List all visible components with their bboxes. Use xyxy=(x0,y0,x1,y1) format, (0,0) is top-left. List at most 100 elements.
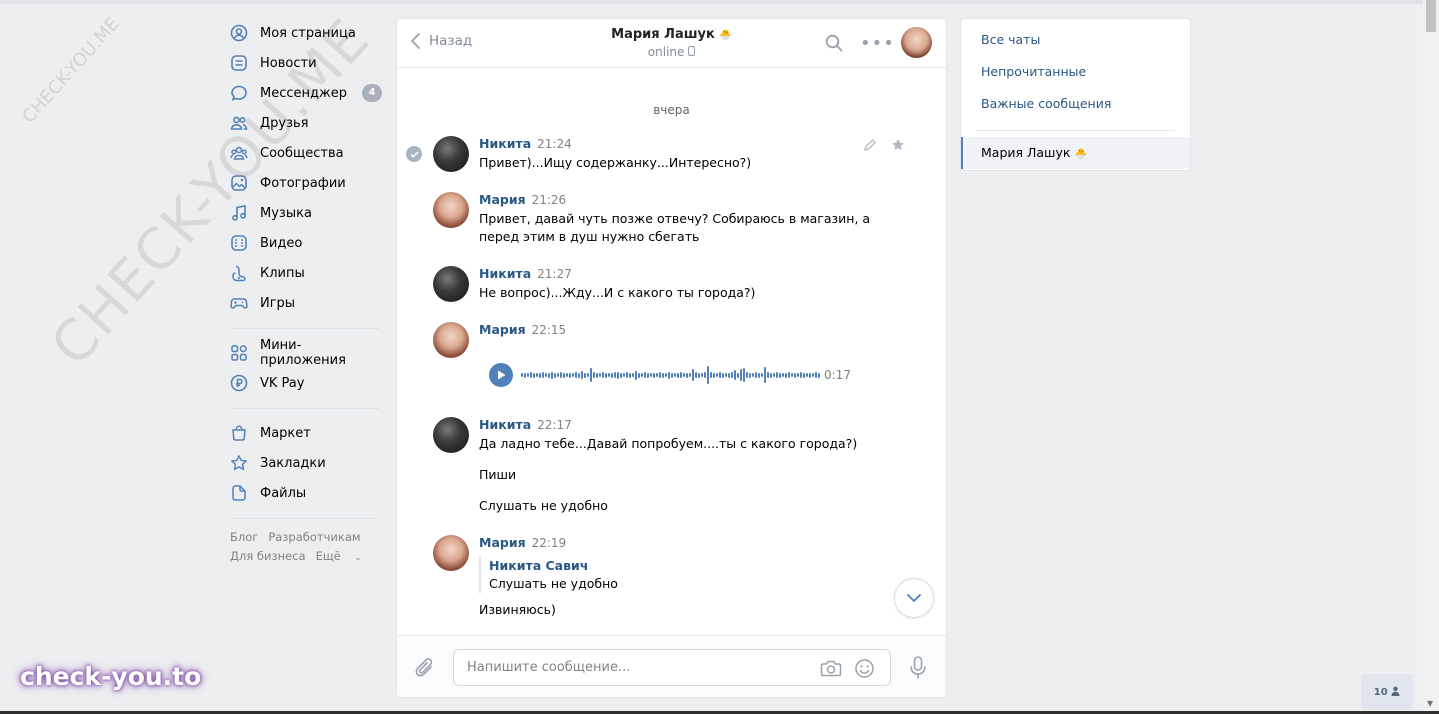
waveform-bar xyxy=(740,369,742,381)
nav-divider xyxy=(230,518,379,519)
avatar[interactable] xyxy=(433,266,469,302)
checkmark-icon[interactable] xyxy=(406,146,422,162)
author-name[interactable]: Никита xyxy=(479,266,531,281)
scrollbar[interactable] xyxy=(1423,0,1439,711)
avatar[interactable] xyxy=(433,136,469,172)
waveform-bar xyxy=(728,372,730,378)
avatar[interactable] xyxy=(433,192,469,228)
waveform-bar xyxy=(626,372,628,378)
waveform-bar xyxy=(611,372,613,378)
panel-divider xyxy=(976,130,1175,131)
waveform-bar xyxy=(734,370,736,380)
author-name[interactable]: Мария xyxy=(479,535,526,550)
author-name[interactable]: Мария xyxy=(479,192,526,207)
filter-unread[interactable]: Непрочитанные xyxy=(961,56,1190,88)
footer-link-more[interactable]: Ещё ⌄ xyxy=(316,549,372,563)
message-text: Привет, давай чуть позже отвечу? Собираю… xyxy=(479,211,871,226)
waveform-bar xyxy=(659,372,661,378)
nav-item-video[interactable]: Видео xyxy=(230,228,382,258)
author-name[interactable]: Никита xyxy=(479,417,531,432)
avatar[interactable] xyxy=(433,535,469,571)
more-icon[interactable]: ••• xyxy=(860,33,895,54)
nav-label: Маркет xyxy=(260,425,311,441)
filter-important[interactable]: Важные сообщения xyxy=(961,88,1190,120)
nav-item-communities[interactable]: Сообщества xyxy=(230,138,382,168)
voice-waveform[interactable] xyxy=(521,363,820,387)
nav-item-market[interactable]: Маркет xyxy=(230,418,382,448)
waveform-bar xyxy=(599,373,601,377)
message-time[interactable]: 21:24 xyxy=(537,137,572,151)
message-text: Не вопрос)...Жду...И с какого ты города?… xyxy=(479,285,756,300)
waveform-bar xyxy=(650,373,652,377)
search-icon[interactable] xyxy=(825,34,843,56)
friends-icon xyxy=(230,114,248,132)
selected-chat[interactable]: Мария Лашук 🐣 xyxy=(961,137,1190,169)
waveform-bar xyxy=(797,373,799,377)
peer-avatar[interactable] xyxy=(901,27,932,58)
footer-link-business[interactable]: Для бизнеса xyxy=(230,549,306,563)
waveform-bar xyxy=(686,372,688,378)
scrollbar-thumb[interactable] xyxy=(1426,0,1436,32)
nav-item-mini-apps[interactable]: Мини-приложения xyxy=(230,338,382,368)
waveform-bar xyxy=(575,372,577,378)
nav-item-messenger[interactable]: Мессенджер 4 xyxy=(230,78,382,108)
waveform-bar xyxy=(764,367,766,383)
message: Мария 22:15 0:17 xyxy=(433,322,933,392)
message-time[interactable]: 22:19 xyxy=(532,536,567,550)
message-time[interactable]: 21:26 xyxy=(532,193,567,207)
nav-item-photos[interactable]: Фотографии xyxy=(230,168,382,198)
nav-item-my-page[interactable]: Моя страница xyxy=(230,18,382,48)
reply-quote[interactable]: Никита Савич Слушать не удобно xyxy=(479,557,618,593)
waveform-bar xyxy=(638,372,640,378)
author-name[interactable]: Никита xyxy=(479,136,531,151)
voice-message: 0:17 xyxy=(489,363,851,387)
avatar[interactable] xyxy=(433,322,469,358)
scroll-arrow-down-icon[interactable]: ▼ xyxy=(1427,699,1433,708)
nav-item-games[interactable]: Игры xyxy=(230,288,382,318)
left-nav: Моя страница Новости Мессенджер 4 Друзья… xyxy=(230,18,382,568)
footer-link-developers[interactable]: Разработчикам xyxy=(268,530,360,544)
nav-item-files[interactable]: Файлы xyxy=(230,478,382,508)
video-icon xyxy=(230,234,248,252)
play-button[interactable] xyxy=(489,363,513,387)
filter-all-chats[interactable]: Все чаты xyxy=(961,24,1190,56)
person-icon xyxy=(1391,686,1400,699)
waveform-bar xyxy=(560,372,562,378)
message-time[interactable]: 21:27 xyxy=(537,267,572,281)
nav-item-news[interactable]: Новости xyxy=(230,48,382,78)
waveform-bar xyxy=(581,371,583,379)
waveform-bar xyxy=(566,373,568,377)
waveform-bar xyxy=(548,372,550,378)
peer-name: Мария Лашук xyxy=(611,27,715,42)
message-text: Да ладно тебе...Давай попробуем....ты с … xyxy=(479,436,858,451)
message-input-box[interactable] xyxy=(453,649,891,686)
message-time[interactable]: 22:15 xyxy=(532,323,567,337)
smile-icon[interactable] xyxy=(854,658,875,683)
microphone-icon[interactable] xyxy=(909,656,927,684)
scroll-down-button[interactable] xyxy=(894,578,934,618)
nav-item-friends[interactable]: Друзья xyxy=(230,108,382,138)
message-input[interactable] xyxy=(467,650,807,685)
news-icon xyxy=(230,54,248,72)
online-friends-button[interactable]: 10 xyxy=(1361,674,1413,710)
camera-icon[interactable] xyxy=(820,658,842,682)
footer-link-blog[interactable]: Блог xyxy=(230,530,258,544)
waveform-bar xyxy=(542,372,544,378)
author-name[interactable]: Мария xyxy=(479,322,526,337)
files-icon xyxy=(230,484,248,502)
nav-item-music[interactable]: Музыка xyxy=(230,198,382,228)
paperclip-icon[interactable] xyxy=(415,657,435,683)
nav-item-clips[interactable]: Клипы xyxy=(230,258,382,288)
message-time[interactable]: 22:17 xyxy=(537,418,572,432)
waveform-bar xyxy=(527,373,529,377)
message-text: Извиняюсь) xyxy=(479,602,556,617)
nav-label: Мессенджер xyxy=(260,85,347,101)
avatar[interactable] xyxy=(433,417,469,453)
waveform-bar xyxy=(716,373,718,377)
nav-item-bookmarks[interactable]: Закладки xyxy=(230,448,382,478)
waveform-bar xyxy=(536,373,538,377)
waveform-bar xyxy=(767,372,769,378)
market-icon xyxy=(230,424,248,442)
nav-item-vk-pay[interactable]: VK Pay xyxy=(230,368,382,398)
music-icon xyxy=(230,204,248,222)
